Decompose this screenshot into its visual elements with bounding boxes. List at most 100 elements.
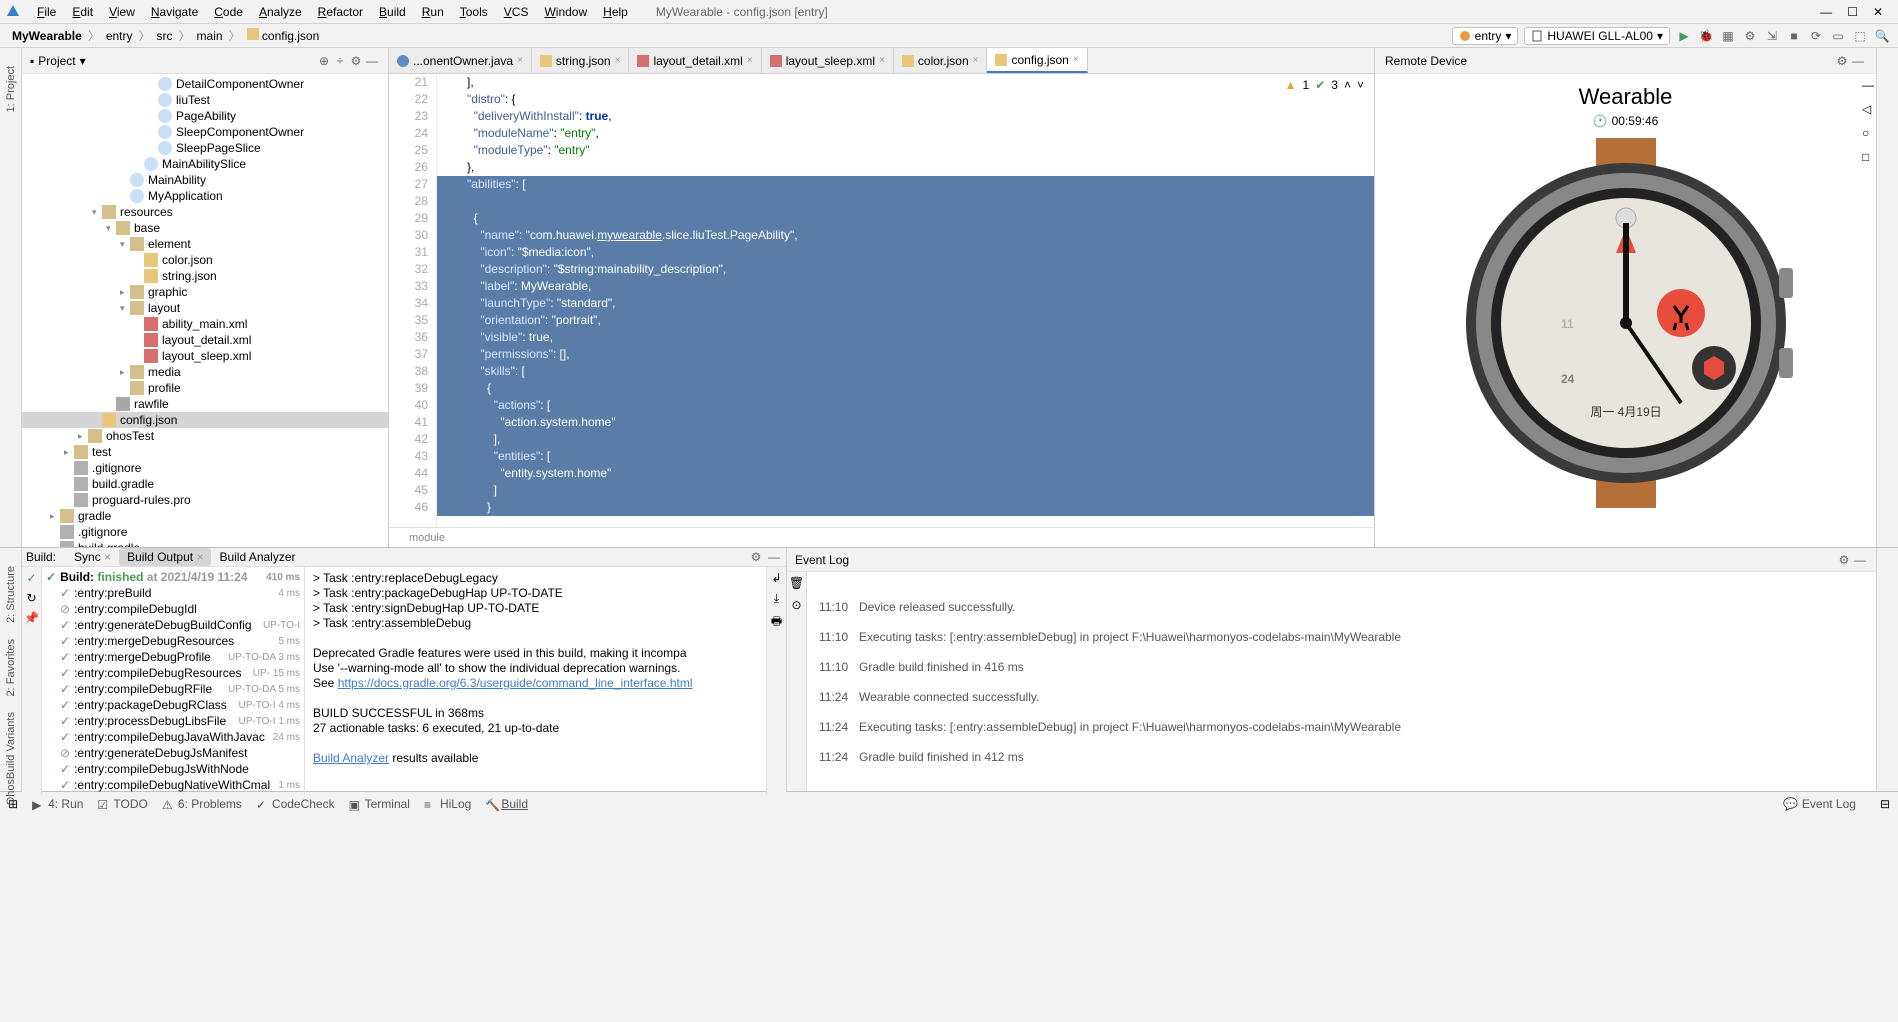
minimize-icon[interactable]: — bbox=[1820, 5, 1832, 19]
tree-item[interactable]: .gitignore bbox=[22, 460, 388, 476]
tree-item[interactable]: config.json bbox=[22, 412, 388, 428]
breadcrumb-item[interactable]: config.json bbox=[243, 28, 324, 43]
project-tree[interactable]: DetailComponentOwnerliuTestPageAbilitySl… bbox=[22, 74, 388, 547]
tree-item[interactable]: PageAbility bbox=[22, 108, 388, 124]
event-list[interactable]: 11:10Device released successfully.11:10E… bbox=[807, 572, 1876, 791]
device-dropdown[interactable]: HUAWEI GLL-AL00 ▾ bbox=[1524, 27, 1670, 45]
tree-item[interactable]: proguard-rules.pro bbox=[22, 492, 388, 508]
breadcrumb-item[interactable]: entry bbox=[102, 29, 137, 43]
build-output[interactable]: > Task :entry:replaceDebugLegacy> Task :… bbox=[305, 567, 766, 795]
tree-item[interactable]: SleepComponentOwner bbox=[22, 124, 388, 140]
build-task-row[interactable]: ✓:entry:compileDebugRFileUP-TO-DA 5 ms bbox=[42, 681, 304, 697]
close-tab-icon[interactable]: × bbox=[747, 55, 753, 66]
chevron-down-icon[interactable]: ˅ bbox=[1357, 78, 1364, 92]
status-item[interactable]: ▣Terminal bbox=[349, 797, 410, 811]
status-item[interactable]: ☑TODO bbox=[97, 797, 147, 811]
close-tab-icon[interactable]: × bbox=[973, 55, 979, 66]
menu-tools[interactable]: Tools bbox=[452, 3, 496, 21]
breadcrumb-item[interactable]: MyWearable bbox=[8, 29, 86, 43]
tree-item[interactable]: string.json bbox=[22, 268, 388, 284]
build-task-row[interactable]: ✓:entry:mergeDebugResources5 ms bbox=[42, 633, 304, 649]
menu-code[interactable]: Code bbox=[206, 3, 251, 21]
tree-item[interactable]: ability_main.xml bbox=[22, 316, 388, 332]
event-row[interactable]: 11:24Gradle build finished in 412 ms bbox=[807, 742, 1876, 772]
chevron-down-icon[interactable]: ▾ bbox=[80, 54, 86, 68]
tree-item[interactable]: .gitignore bbox=[22, 524, 388, 540]
event-log-button[interactable]: Event Log bbox=[1802, 797, 1856, 811]
tree-item[interactable]: build.gradle bbox=[22, 540, 388, 547]
status-item[interactable]: 🔨Build bbox=[485, 797, 528, 811]
tool-tab[interactable]: 2: Structure bbox=[3, 558, 19, 631]
close-tab-icon[interactable]: × bbox=[879, 55, 885, 66]
editor-body[interactable]: ▲1 ✔3 ˄ ˅ 212223242526272829303132333435… bbox=[389, 74, 1374, 527]
event-row[interactable]: 11:10Executing tasks: [:entry:assembleDe… bbox=[807, 622, 1876, 652]
menu-analyze[interactable]: Analyze bbox=[251, 3, 310, 21]
build-task-row[interactable]: ✓:entry:compileDebugResourcesUP- 15 ms bbox=[42, 665, 304, 681]
recent-icon[interactable]: □ bbox=[1862, 150, 1874, 164]
gear-icon[interactable]: ⚙ bbox=[348, 53, 364, 69]
tree-item[interactable]: SleepPageSlice bbox=[22, 140, 388, 156]
menu-run[interactable]: Run bbox=[414, 3, 452, 21]
tree-item[interactable]: ▸ohosTest bbox=[22, 428, 388, 444]
tree-item[interactable]: rawfile bbox=[22, 396, 388, 412]
status-item[interactable]: ⚠6: Problems bbox=[162, 797, 242, 811]
tree-item[interactable]: DetailComponentOwner bbox=[22, 76, 388, 92]
tree-item[interactable]: liuTest bbox=[22, 92, 388, 108]
tree-item[interactable]: ▸test bbox=[22, 444, 388, 460]
menu-file[interactable]: File bbox=[29, 3, 64, 21]
hide-icon[interactable]: — bbox=[1852, 552, 1868, 568]
gear-icon[interactable]: ⚙ bbox=[1836, 552, 1852, 568]
tool-tab[interactable]: 2: Favorites bbox=[3, 631, 19, 704]
tree-item[interactable]: ▸gradle bbox=[22, 508, 388, 524]
build-task-row[interactable]: ✓:entry:preBuild4 ms bbox=[42, 585, 304, 601]
event-row[interactable] bbox=[807, 576, 1876, 592]
chevron-up-icon[interactable]: ˄ bbox=[1344, 78, 1351, 92]
close-tab-icon[interactable]: × bbox=[615, 55, 621, 66]
debug-icon[interactable]: 🐞 bbox=[1698, 28, 1714, 44]
menu-edit[interactable]: Edit bbox=[64, 3, 101, 21]
avd-icon[interactable]: ▭ bbox=[1830, 28, 1846, 44]
status-item[interactable]: ≡HiLog bbox=[424, 797, 471, 811]
tree-item[interactable]: ▾base bbox=[22, 220, 388, 236]
sdk-icon[interactable]: ⬚ bbox=[1852, 28, 1868, 44]
tree-item[interactable]: ▸media bbox=[22, 364, 388, 380]
event-row[interactable]: 11:10Device released successfully. bbox=[807, 592, 1876, 622]
profile-icon[interactable]: ⚙ bbox=[1742, 28, 1758, 44]
menu-build[interactable]: Build bbox=[371, 3, 414, 21]
event-row[interactable]: 11:10Gradle build finished in 416 ms bbox=[807, 652, 1876, 682]
editor-tab[interactable]: layout_detail.xml× bbox=[629, 48, 761, 73]
build-tab[interactable]: Sync × bbox=[66, 548, 119, 566]
hide-icon[interactable]: — bbox=[364, 53, 380, 69]
status-item[interactable]: ▶4: Run bbox=[32, 797, 83, 811]
build-task-tree[interactable]: ✓ Build: finished at 2021/4/19 11:24 410… bbox=[42, 567, 305, 795]
tree-item[interactable]: layout_sleep.xml bbox=[22, 348, 388, 364]
build-task-row[interactable]: ✓:entry:compileDebugJsWithNode bbox=[42, 761, 304, 777]
run-icon[interactable]: ▶ bbox=[1676, 28, 1692, 44]
menu-help[interactable]: Help bbox=[595, 3, 636, 21]
editor-tab[interactable]: string.json× bbox=[532, 48, 630, 73]
editor-tab[interactable]: layout_sleep.xml× bbox=[762, 48, 894, 73]
tree-item[interactable]: color.json bbox=[22, 252, 388, 268]
gear-icon[interactable]: ⚙ bbox=[748, 549, 764, 565]
menu-window[interactable]: Window bbox=[536, 3, 595, 21]
menu-navigate[interactable]: Navigate bbox=[143, 3, 206, 21]
tree-item[interactable]: build.gradle bbox=[22, 476, 388, 492]
target-icon[interactable]: ⊕ bbox=[316, 53, 332, 69]
maximize-icon[interactable]: ☐ bbox=[1847, 5, 1858, 19]
build-tab[interactable]: Build Output × bbox=[119, 548, 211, 566]
sync-icon[interactable]: ⟳ bbox=[1808, 28, 1824, 44]
build-tab[interactable]: Build Analyzer bbox=[211, 548, 303, 566]
tool-tab[interactable]: OhosBuild Variants bbox=[3, 704, 19, 813]
print-icon[interactable]: 🖶 bbox=[771, 612, 782, 633]
event-row[interactable]: 11:24Executing tasks: [:entry:assembleDe… bbox=[807, 712, 1876, 742]
build-task-row[interactable]: ⊘:entry:compileDebugIdl bbox=[42, 601, 304, 617]
expand-icon[interactable]: ✓ bbox=[26, 571, 36, 585]
build-task-row[interactable]: ✓:entry:compileDebugJavaWithJavac24 ms bbox=[42, 729, 304, 745]
stop-icon[interactable]: ■ bbox=[1786, 28, 1802, 44]
wrap-icon[interactable]: ↲ bbox=[771, 571, 781, 585]
build-task-row[interactable]: ✓:entry:generateDebugBuildConfigUP-TO-I bbox=[42, 617, 304, 633]
tree-item[interactable]: ▸graphic bbox=[22, 284, 388, 300]
build-task-row[interactable]: ✓:entry:packageDebugRClassUP-TO-I 4 ms bbox=[42, 697, 304, 713]
restart-icon[interactable]: ↻ bbox=[26, 591, 36, 605]
trash-icon[interactable]: 🗑 bbox=[789, 576, 804, 590]
